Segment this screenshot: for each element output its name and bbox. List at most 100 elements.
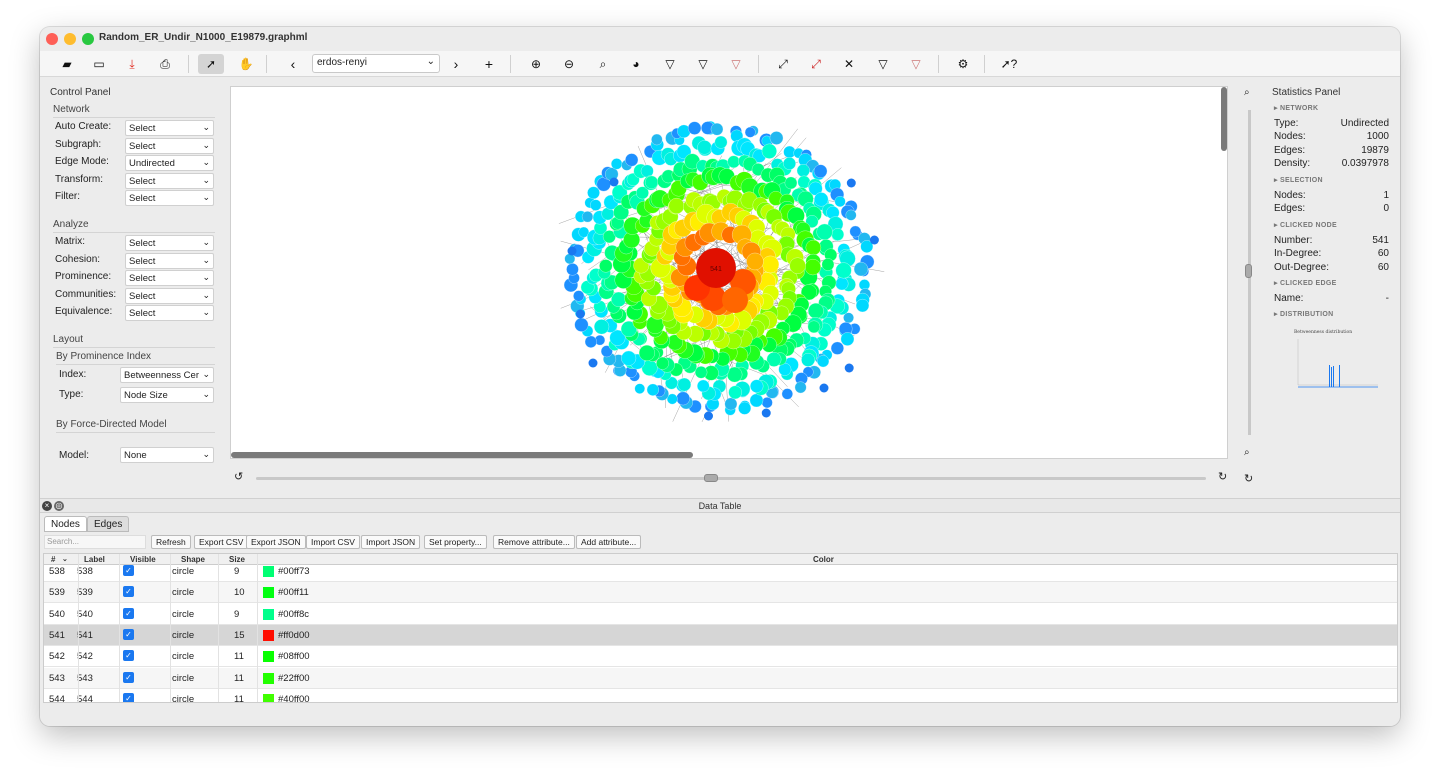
folder-icon[interactable]: ▭ (86, 54, 112, 74)
graph-canvas[interactable]: 541 (230, 86, 1228, 459)
table-row[interactable]: 539 539 circle 10 ✓ #00ff11 (44, 582, 1397, 604)
chevron-down-icon: ⌄ (202, 389, 210, 399)
graph-node (609, 177, 619, 187)
zoom-out-icon[interactable]: ⊖ (556, 54, 582, 74)
add-network-button[interactable]: + (476, 54, 502, 74)
rotation-slider-knob[interactable] (704, 474, 718, 482)
tools-icon[interactable]: ✕ (836, 54, 862, 74)
analyze-option-select[interactable]: Select ⌄ (125, 235, 214, 251)
node-filter-icon[interactable]: ▽ (657, 54, 683, 74)
visible-checkbox[interactable]: ✓ (123, 628, 134, 640)
color-swatch[interactable] (263, 693, 274, 702)
reset-icon[interactable]: ↻ (1244, 472, 1253, 485)
search-icon[interactable]: ⌕ (590, 54, 616, 74)
network-graph[interactable]: 541 (231, 87, 1223, 453)
rotation-slider-track[interactable] (256, 477, 1206, 480)
set-property-button[interactable]: Set property... (424, 535, 487, 549)
table-row[interactable]: 543 543 circle 11 ✓ #22ff00 (44, 667, 1397, 689)
row-label: 542 (77, 651, 93, 663)
network-option-select[interactable]: Select ⌄ (125, 190, 214, 206)
visible-checkbox[interactable]: ✓ (123, 565, 134, 576)
color-swatch[interactable] (263, 566, 274, 577)
tab-edges[interactable]: Edges (87, 516, 130, 532)
export-json-button[interactable]: Export JSON (246, 535, 306, 549)
filter-remove-icon[interactable]: ▽ (903, 54, 929, 74)
index-select[interactable]: Betweenness Cer ⌄ (120, 367, 214, 383)
close-window-button[interactable] (46, 33, 58, 45)
network-option-select[interactable]: Select ⌄ (125, 120, 214, 136)
graph-node (640, 164, 654, 178)
graph-node (704, 411, 713, 421)
row-size: 10 (234, 587, 245, 599)
zoom-knob[interactable] (1245, 264, 1252, 278)
zoom-in-icon[interactable]: ⌕ (1244, 87, 1250, 98)
download-icon[interactable]: ⤓ (119, 54, 145, 74)
zoom-in-icon[interactable]: ⊕ (523, 54, 549, 74)
table-row[interactable]: 540 540 circle 9 ✓ #00ff8c (44, 604, 1397, 625)
graph-node (805, 239, 822, 256)
chevron-down-icon: ⌄ (426, 56, 435, 67)
visible-checkbox[interactable]: ✓ (123, 692, 134, 702)
remove-attribute-button[interactable]: Remove attribute... (493, 535, 575, 549)
tab-nodes[interactable]: Nodes (44, 516, 87, 532)
visible-checkbox[interactable]: ✓ (123, 671, 134, 683)
gear-icon[interactable]: ⚙ (950, 54, 976, 74)
network-option-select[interactable]: Undirected ⌄ (125, 155, 214, 171)
table-row[interactable]: 541 541 circle 15 ✓ #ff0d00 (44, 624, 1397, 646)
print-icon[interactable]: ⎙ (152, 54, 178, 74)
analyze-option-select[interactable]: Select ⌄ (125, 305, 214, 321)
table-row[interactable]: 538 538 circle 9 ✓ #00ff73 (44, 561, 1397, 582)
analyze-option-select[interactable]: Select ⌄ (125, 287, 214, 304)
row-color: #22ff00 (278, 672, 310, 684)
filter-settings-icon[interactable]: ▽ (870, 54, 896, 74)
help-pointer-icon[interactable]: ➚? (996, 54, 1022, 74)
network-option-label: Subgraph: (55, 138, 102, 150)
rotate-icon[interactable]: ◕ (623, 54, 649, 74)
search-input[interactable]: Search... (44, 535, 146, 549)
open-folder-icon[interactable]: ▰ (54, 54, 80, 74)
vertical-scrollbar[interactable] (1221, 87, 1227, 151)
horizontal-scrollbar[interactable] (231, 452, 693, 458)
color-swatch[interactable] (263, 629, 274, 641)
zoom-out-icon[interactable]: ⌕ (1244, 447, 1250, 458)
export-csv-button[interactable]: Export CSV (194, 535, 249, 549)
graph-node (783, 157, 796, 170)
table-row[interactable]: 544 544 circle 11 ✓ #40ff00 (44, 689, 1397, 702)
graph-node (761, 397, 773, 409)
color-swatch[interactable] (263, 608, 274, 620)
import-csv-button[interactable]: Import CSV (306, 535, 360, 549)
row-size: 9 (234, 566, 240, 577)
next-network-button[interactable]: › (443, 54, 469, 74)
add-attribute-button[interactable]: Add attribute... (576, 535, 642, 549)
maximize-window-button[interactable] (82, 33, 94, 45)
rotate-left-icon[interactable]: ↺ (234, 470, 243, 483)
hand-pan-icon[interactable]: ✋ (233, 54, 259, 74)
model-select[interactable]: None ⌄ (120, 447, 214, 463)
graph-node (621, 350, 637, 366)
rotate-right-icon[interactable]: ↻ (1218, 470, 1227, 483)
color-swatch[interactable] (263, 672, 274, 684)
prev-network-button[interactable]: ‹ (280, 54, 306, 74)
analyze-option-select[interactable]: Select ⌄ (125, 270, 214, 286)
minimize-window-button[interactable] (64, 33, 76, 45)
visible-checkbox[interactable]: ✓ (123, 586, 134, 598)
visible-checkbox[interactable]: ✓ (123, 650, 134, 662)
chevron-down-icon: ⌄ (202, 272, 210, 282)
type-select[interactable]: Node Size ⌄ (120, 387, 214, 403)
color-swatch[interactable] (263, 651, 274, 663)
analyze-option-select[interactable]: Select ⌄ (125, 252, 214, 269)
graph-node (761, 408, 771, 418)
edge-filter-icon[interactable]: ▽ (690, 54, 716, 74)
network-select[interactable]: erdos-renyi ⌄ (312, 54, 440, 73)
select-pointer-icon[interactable]: ➚ (198, 54, 224, 74)
table-row[interactable]: 542 542 circle 11 ✓ #08ff00 (44, 646, 1397, 668)
remove-edge-icon[interactable]: ⤢ (803, 54, 829, 74)
network-option-select[interactable]: Select ⌄ (125, 172, 214, 189)
network-option-select[interactable]: Select ⌄ (125, 137, 214, 154)
clear-filter-icon[interactable]: ▽ (723, 54, 749, 74)
add-edge-icon[interactable]: ⤢ (770, 54, 796, 74)
color-swatch[interactable] (263, 587, 274, 599)
visible-checkbox[interactable]: ✓ (123, 607, 134, 619)
refresh-button[interactable]: Refresh (151, 535, 191, 549)
import-json-button[interactable]: Import JSON (361, 535, 421, 549)
